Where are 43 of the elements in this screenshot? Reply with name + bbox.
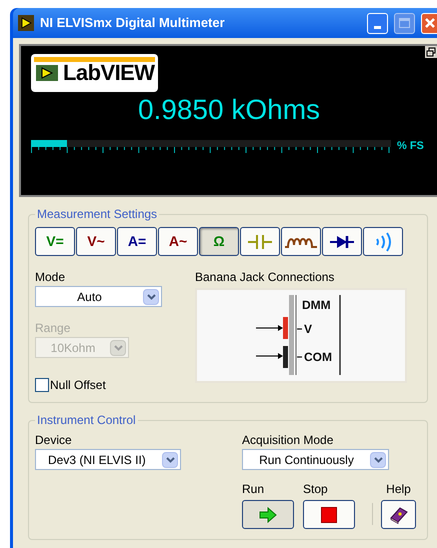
action-label: Stop [303,481,329,498]
stop-icon [321,506,337,522]
function-button[interactable]: A= [117,227,157,256]
labview-logo: LabVIEW [31,54,158,92]
action-label: Run [242,481,266,498]
function-button[interactable]: V= [35,227,75,256]
bar-unit: % FS [397,139,424,154]
range-label: Range [35,320,72,337]
function-button[interactable] [281,227,321,256]
dropdown[interactable]: Dev3 (NI ELVIS II) [35,449,181,470]
checkbox[interactable] [35,378,49,392]
minimize-button[interactable] [367,12,388,34]
function-button[interactable] [240,227,280,256]
function-button[interactable]: A~ [158,227,198,256]
close-icon [424,18,434,28]
help-button[interactable] [381,500,416,529]
mode-label: Mode [35,269,66,286]
run-button[interactable] [242,500,294,529]
dropdown-caret-icon[interactable] [370,452,386,468]
dropdown[interactable]: Auto [35,286,162,307]
acquisition-mode-label: Acquisition Mode [242,432,334,449]
stop-button[interactable] [303,500,355,529]
dropdown-caret-icon[interactable] [143,288,159,304]
function-button[interactable]: V~ [76,227,116,256]
function-button[interactable] [363,227,403,256]
close-button[interactable] [421,12,437,34]
banana-label: Banana Jack Connections [195,269,336,286]
reading: 0.9850 kOhms [138,96,320,124]
book-icon [388,506,408,524]
group-title: Measurement Settings [36,206,158,223]
restore-icon[interactable] [425,46,437,58]
action-label: Help [386,481,411,498]
group-title: Instrument Control [36,412,137,429]
dropdown-caret-icon[interactable] [162,452,178,468]
device-label: Device [35,432,73,449]
arrow-right-icon [259,506,277,522]
dropdown[interactable]: Run Continuously [242,449,389,470]
banana-jack-drawing: DMM V COM [254,294,348,376]
function-button[interactable]: Ω [199,227,239,256]
window-title: NI ELVISmx Digital Multimeter [40,14,226,32]
null-offset-label: Null Offset [50,377,106,394]
function-button[interactable] [322,227,362,256]
app-icon [18,15,34,31]
